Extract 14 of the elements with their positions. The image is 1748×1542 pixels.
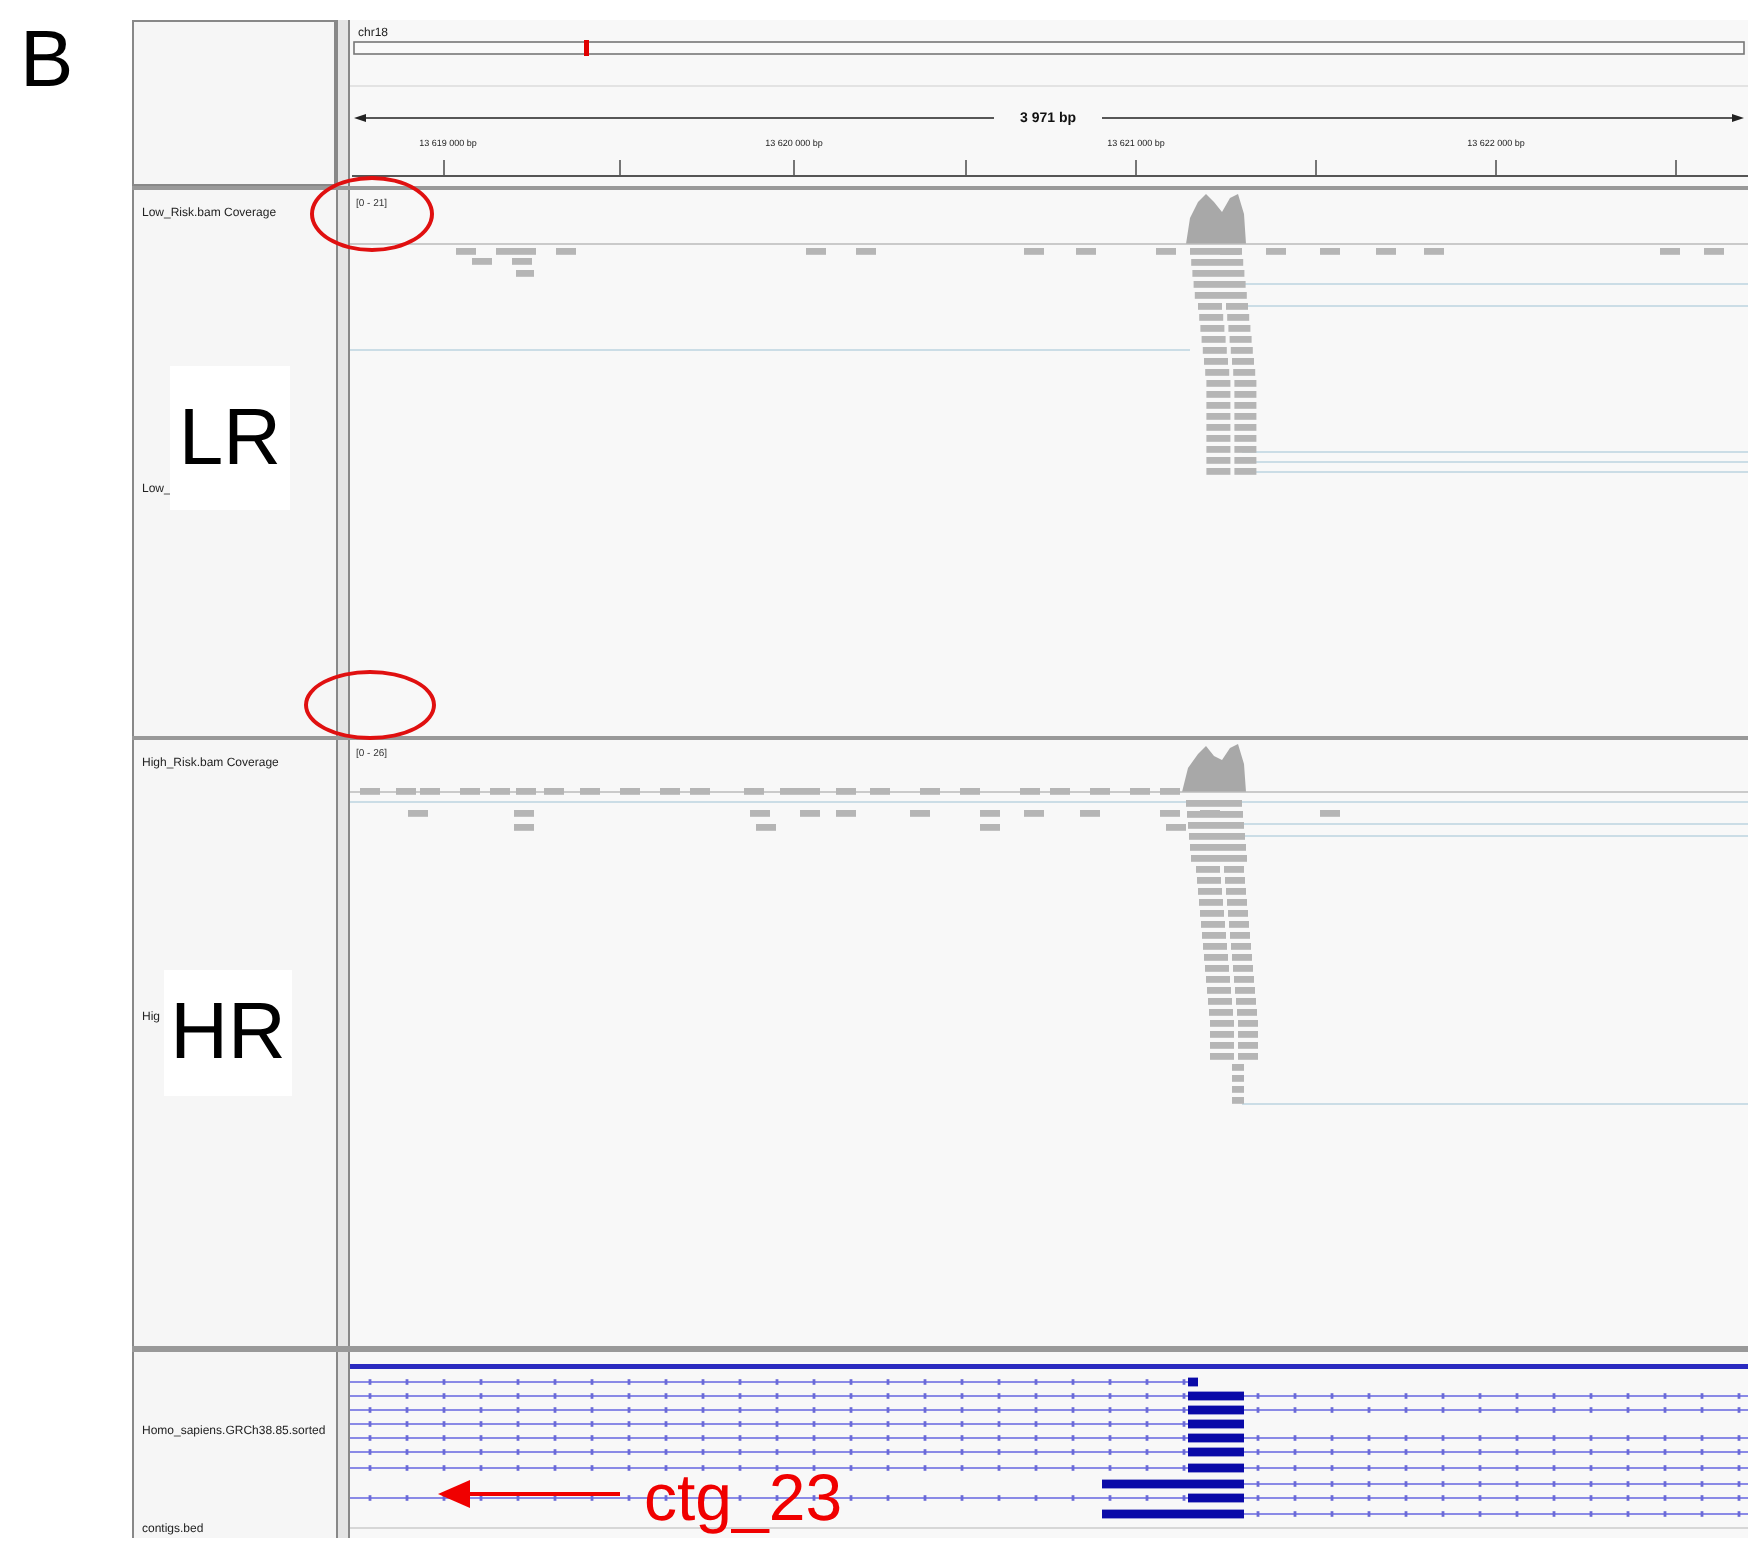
panel-splitter[interactable]: [336, 190, 350, 736]
current-region-marker: [584, 40, 589, 56]
panel-splitter[interactable]: [336, 20, 350, 186]
panel-splitter[interactable]: [336, 740, 350, 1346]
coverage-histogram-drawing: [1186, 194, 1246, 244]
figure-panel-letter: B: [20, 20, 74, 100]
group-annotation-label: LR: [170, 366, 290, 510]
group-annotation-label: HR: [164, 970, 292, 1096]
contig-callout-label: ctg_23: [644, 1460, 843, 1534]
panel-splitter[interactable]: [336, 1352, 350, 1538]
annotation-circle: [310, 176, 434, 252]
coverage-histogram-drawing: [1182, 744, 1246, 792]
annotation-circle: [304, 670, 436, 740]
chromosome-ideogram[interactable]: [353, 41, 1745, 55]
